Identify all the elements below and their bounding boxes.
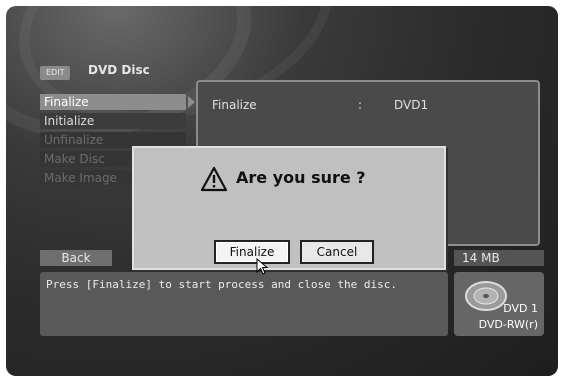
disc-info: DVD 1 DVD-RW(r)	[454, 272, 544, 336]
back-button[interactable]: Back	[40, 250, 112, 266]
info-separator: :	[358, 98, 363, 112]
menu-item-initialize[interactable]: Initialize	[40, 113, 186, 129]
disc-name: DVD 1	[503, 302, 538, 315]
info-label: Finalize	[212, 98, 257, 112]
warning-icon	[200, 166, 228, 192]
capacity-readout: 14 MB	[454, 250, 544, 266]
page-title: DVD Disc	[88, 63, 150, 77]
tv-screen: EDIT DVD Disc Finalize Initialize Unfina…	[6, 6, 558, 376]
menu-item-finalize[interactable]: Finalize	[40, 94, 186, 110]
info-value: DVD1	[394, 98, 429, 112]
cancel-button[interactable]: Cancel	[300, 240, 374, 264]
screenshot-frame: EDIT DVD Disc Finalize Initialize Unfina…	[0, 0, 566, 382]
finalize-button[interactable]: Finalize	[214, 240, 290, 264]
status-message: Press [Finalize] to start process and cl…	[46, 278, 397, 291]
confirm-dialog: Are you sure ? Finalize Cancel	[132, 146, 446, 270]
status-bar: Press [Finalize] to start process and cl…	[40, 272, 448, 336]
pointer-cursor-icon	[256, 258, 269, 275]
disc-icon	[465, 281, 507, 311]
dialog-message: Are you sure ?	[236, 168, 366, 187]
selection-arrow-icon	[188, 96, 195, 108]
edit-badge: EDIT	[40, 66, 71, 80]
disc-type: DVD-RW(r)	[478, 318, 538, 331]
